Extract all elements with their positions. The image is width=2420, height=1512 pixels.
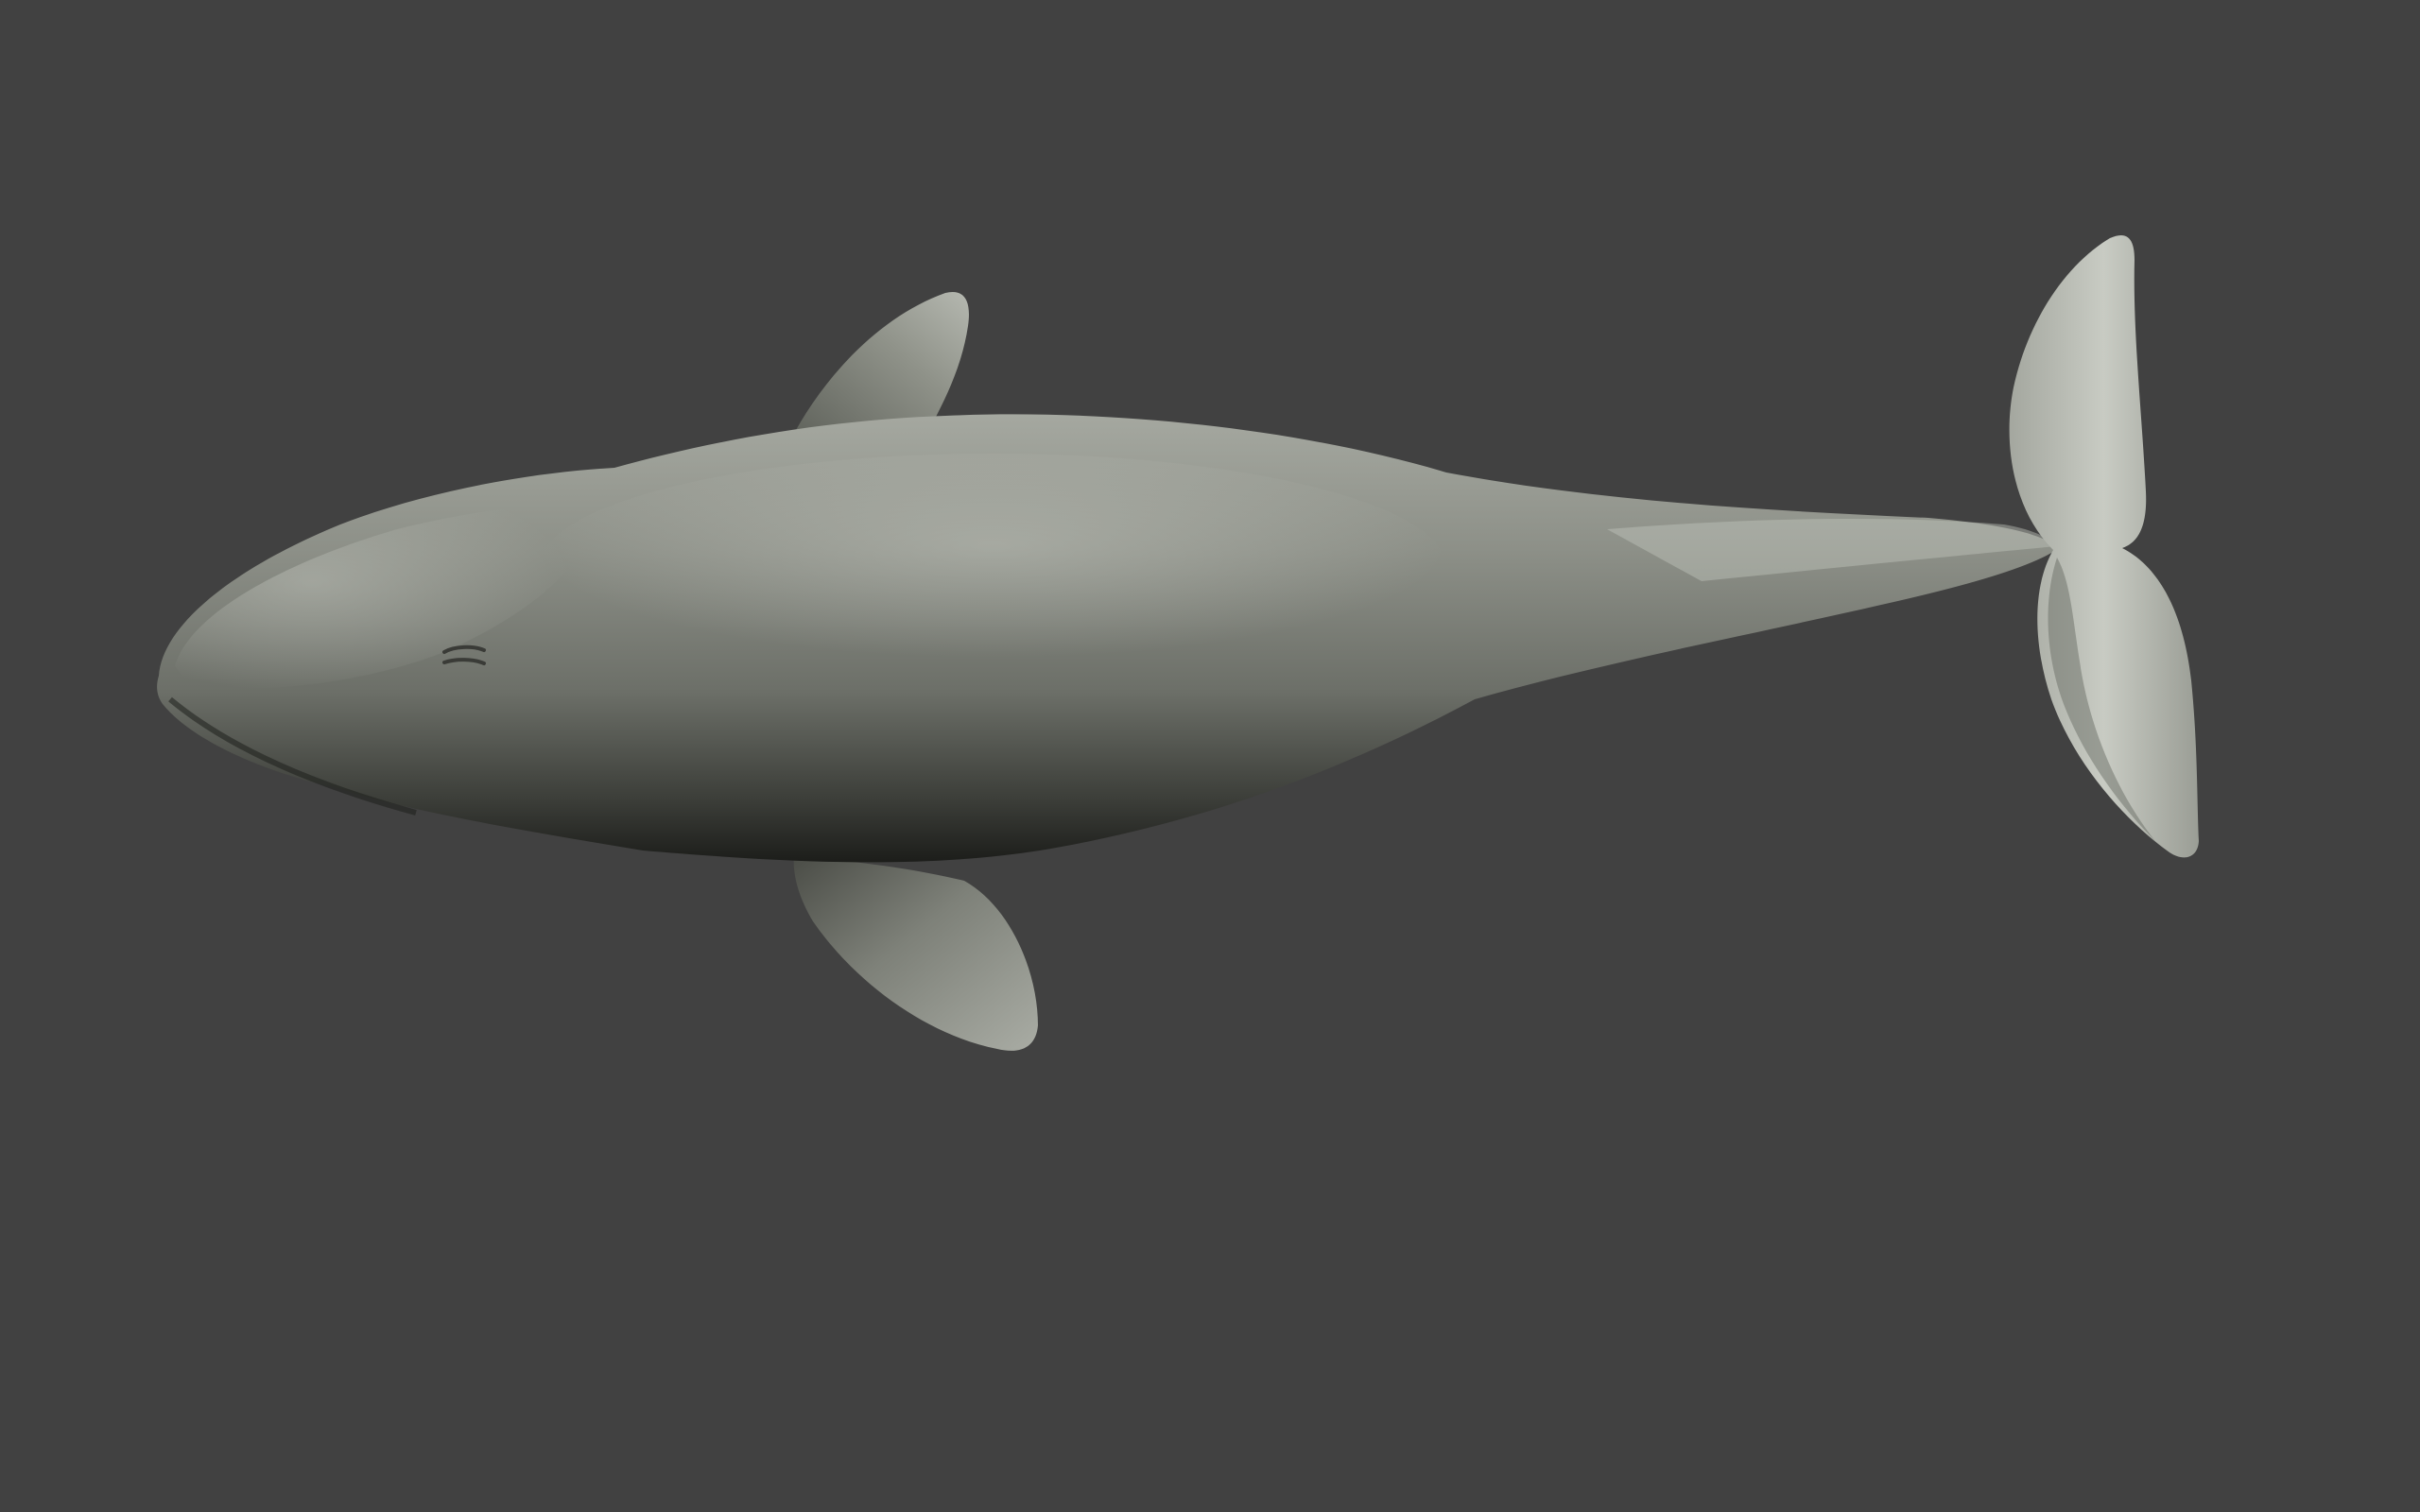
3d-viewport[interactable] xyxy=(0,0,2420,1512)
whale-model-render[interactable] xyxy=(0,0,2420,1512)
lower-pectoral-fin[interactable] xyxy=(793,855,1038,1051)
body-highlight xyxy=(539,454,1446,680)
